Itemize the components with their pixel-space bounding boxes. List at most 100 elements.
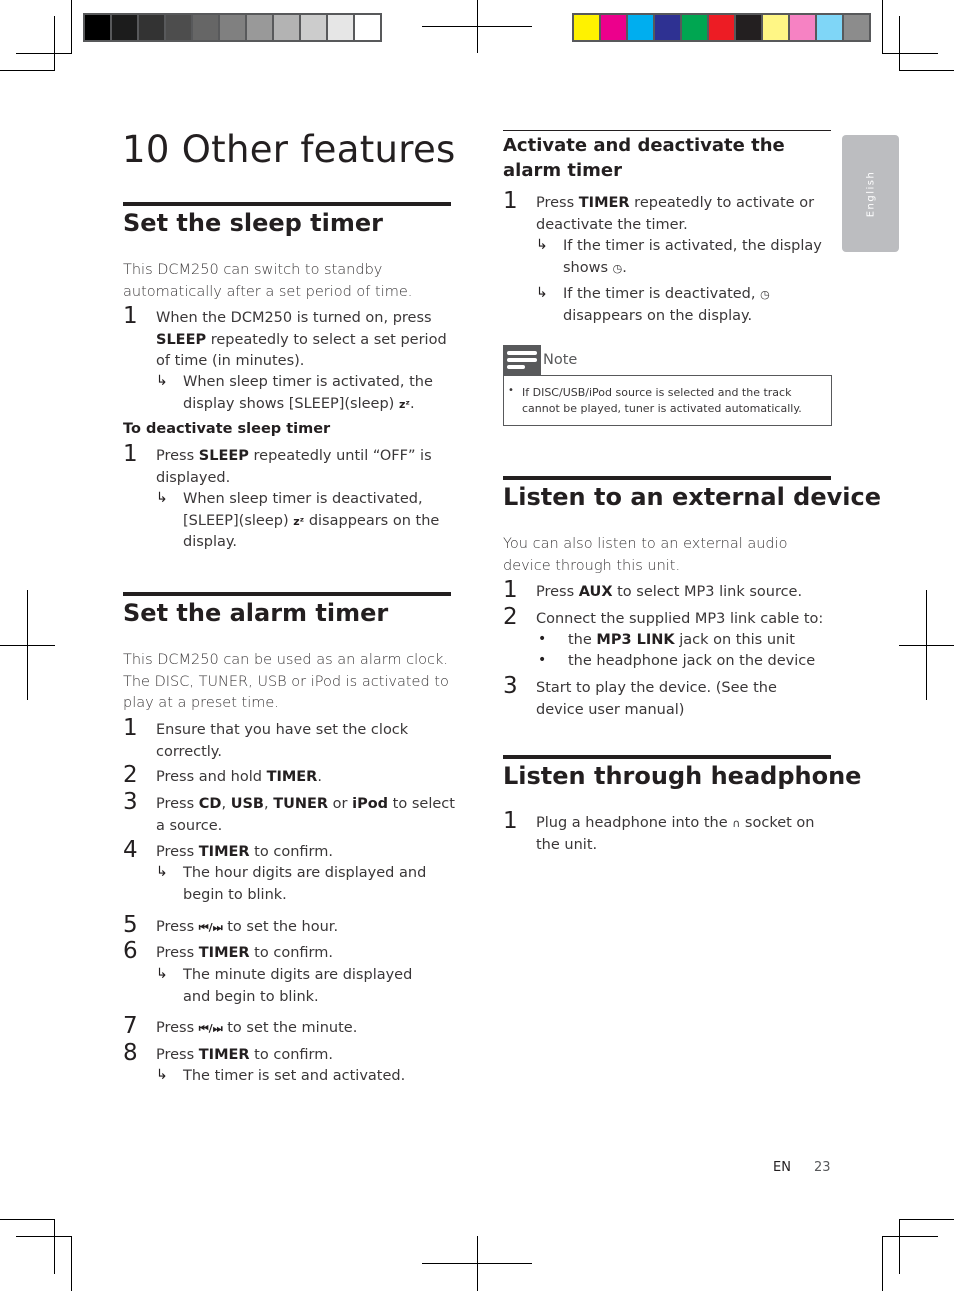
- note-text: If DISC/USB/iPod source is selected and …: [522, 386, 802, 415]
- color-swatch: [844, 15, 869, 40]
- step-number: 1: [123, 441, 138, 467]
- deactivate-result-1: When sleep timer is deactivated, [SLEEP]…: [183, 489, 443, 554]
- color-swatch: [601, 15, 626, 40]
- key-timer: TIMER: [198, 945, 250, 961]
- key-ipod: iPod: [352, 796, 389, 812]
- footer-language: EN: [773, 1160, 791, 1175]
- step-number: 3: [503, 673, 518, 699]
- color-swatch: [301, 15, 326, 40]
- section-rule: [503, 130, 831, 131]
- crop-mark: [882, 0, 883, 53]
- crop-mark: [54, 1219, 55, 1274]
- color-swatch: [355, 15, 380, 40]
- crop-mark: [71, 0, 72, 53]
- bullet-icon: •: [538, 631, 547, 647]
- alarm-step-6: Press TIMER to confirm.: [156, 943, 446, 965]
- crop-mark: [54, 16, 55, 71]
- external-bullet-1: the MP3 LINK jack on this unit: [568, 630, 828, 652]
- key-sleep: SLEEP: [156, 331, 207, 348]
- step-number: 4: [123, 837, 138, 863]
- key-cd: CD: [198, 796, 222, 812]
- key-tuner: TUNER: [273, 796, 329, 812]
- color-swatch: [220, 15, 245, 40]
- key-timer: TIMER: [266, 769, 318, 785]
- result-text: .: [409, 395, 415, 412]
- step-text: Press: [156, 1020, 199, 1036]
- result-text: If the timer is deactivated,: [563, 286, 761, 302]
- result-arrow-icon: ↳: [156, 373, 168, 389]
- crop-mark: [882, 1236, 938, 1237]
- section-rule: [123, 592, 451, 596]
- key-usb: USB: [230, 796, 264, 812]
- crop-mark: [882, 53, 938, 54]
- step-text: Press: [156, 945, 199, 961]
- sleep-timer-heading: Set the sleep timer: [123, 209, 384, 237]
- color-swatch: [166, 15, 191, 40]
- crop-mark: [16, 53, 72, 54]
- step-text: Press: [156, 1047, 199, 1063]
- activate-step-1: Press TIMER repeatedly to activate or de…: [536, 193, 826, 236]
- key-timer: TIMER: [198, 1047, 250, 1063]
- note-icon: [503, 345, 541, 376]
- registration-mark: [926, 590, 927, 700]
- sleep-step-1: When the DCM250 is turned on, press SLEE…: [156, 308, 456, 373]
- crop-mark: [0, 1219, 55, 1220]
- step-number: 1: [503, 188, 518, 214]
- prev-next-icon: ⏮/⏭: [198, 1022, 223, 1035]
- external-step-3: Start to play the device. (See the devic…: [536, 680, 777, 718]
- headphone-heading: Listen through headphone: [503, 762, 862, 790]
- deactivate-sleep-heading: To deactivate sleep timer: [123, 421, 331, 437]
- color-swatch: [85, 15, 110, 40]
- step-number: 1: [503, 577, 518, 603]
- alarm-step-3: Press CD, USB, TUNER or iPod to select a…: [156, 794, 456, 837]
- step-number: 2: [123, 762, 138, 788]
- key-aux: AUX: [578, 584, 613, 600]
- step-text: ,: [221, 796, 231, 812]
- result-arrow-icon: ↳: [156, 966, 168, 982]
- color-swatch: [655, 15, 680, 40]
- note-label: Note: [543, 352, 578, 368]
- color-swatch: [682, 15, 707, 40]
- alarm-step-1: Ensure that you have set the clock corre…: [156, 722, 409, 760]
- crop-mark: [899, 16, 900, 71]
- crop-mark: [899, 1219, 954, 1220]
- activate-result-1: If the timer is activated, the display s…: [563, 236, 823, 279]
- color-swatch: [817, 15, 842, 40]
- crop-mark: [899, 70, 954, 71]
- step-number: 1: [123, 303, 138, 329]
- alarm-step-4: Press TIMER to confirm.: [156, 842, 446, 864]
- step-text: Press: [536, 195, 579, 211]
- step-text: When the DCM250 is turned on, press: [156, 310, 432, 326]
- color-swatch: [328, 15, 353, 40]
- color-swatch: [139, 15, 164, 40]
- step-text: Plug a headphone into the: [536, 815, 733, 831]
- result-text: .: [622, 259, 627, 276]
- result-arrow-icon: ↳: [536, 237, 548, 253]
- step-text: Press and hold: [156, 769, 267, 785]
- result-text: If the timer is activated, the display s…: [563, 238, 822, 276]
- note-box: • If DISC/USB/iPod source is selected an…: [503, 375, 832, 426]
- step-text: to set the hour.: [222, 919, 339, 935]
- alarm-intro: This DCM250 can be used as an alarm cloc…: [123, 652, 449, 711]
- external-step-2: Connect the supplied MP3 link cable to:: [536, 611, 824, 627]
- result-arrow-icon: ↳: [536, 285, 548, 301]
- step-text: to confirm.: [249, 1047, 333, 1063]
- step-number: 2: [503, 604, 518, 630]
- crop-mark: [0, 70, 55, 71]
- result-arrow-icon: ↳: [156, 1067, 168, 1083]
- crop-mark: [882, 1236, 883, 1291]
- process-color-bar: [572, 13, 871, 42]
- page-title: 10 Other features: [122, 128, 456, 171]
- color-swatch: [763, 15, 788, 40]
- activate-heading: Activate and deactivate the alarm timer: [503, 135, 785, 181]
- sleep-zz-icon: zᶻ: [398, 397, 410, 411]
- color-swatch: [274, 15, 299, 40]
- step-number: 6: [123, 938, 138, 964]
- step-number: 7: [123, 1013, 138, 1039]
- step-text: .: [317, 769, 322, 785]
- step-text: Press: [536, 584, 579, 600]
- color-swatch: [193, 15, 218, 40]
- sleep-intro: This DCM250 can switch to standby automa…: [123, 262, 413, 300]
- step-text: to confirm.: [249, 844, 333, 860]
- registration-mark: [477, 0, 478, 53]
